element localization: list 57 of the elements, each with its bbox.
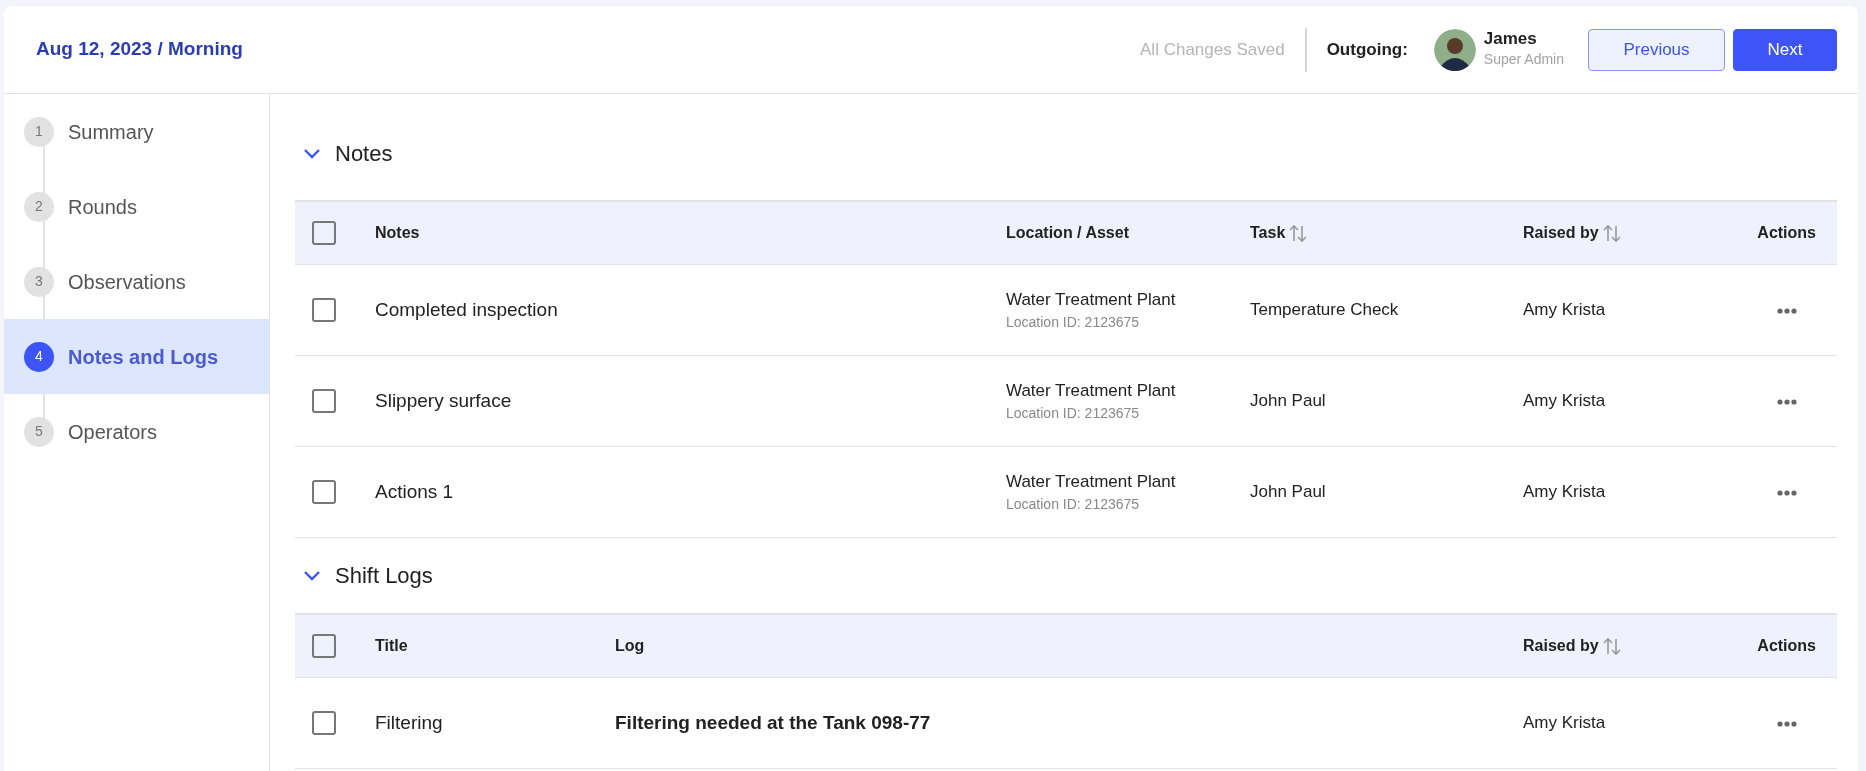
column-header: Location / Asset [1006,224,1129,241]
column-header: Log [615,637,645,654]
column-header: Notes [375,224,420,241]
column-header: Task [1250,223,1286,243]
raised-by-cell-text: Amy Krista [1522,390,1607,413]
column-header: Raised by [1523,223,1599,243]
task-cell-text: Temperature Check [1249,299,1400,322]
column-header: Actions [1757,637,1816,654]
location-id: Location ID: 2123675 [1006,404,1141,424]
column-header: Raised by [1523,636,1599,656]
checkbox[interactable] [312,298,336,322]
location-name: Water Treatment Plant [1006,288,1177,311]
raised-by-cell-text: Amy Krista [1522,299,1607,322]
log-text: Filtering needed at the Tank 098-77 [614,710,932,735]
checkbox[interactable] [312,389,336,413]
shift-title: Aug 12, 2023 / Morning [36,37,243,62]
user-name: James [1483,28,1538,50]
step-number: 4 [24,341,54,372]
checkbox[interactable] [312,480,336,504]
section-title: Shift Logs [335,562,433,590]
more-icon[interactable] [1777,307,1797,314]
step-number: 1 [24,116,54,147]
checkbox[interactable] [312,711,336,735]
more-icon[interactable] [1777,489,1797,496]
location-id: Location ID: 2123675 [1006,313,1141,333]
more-icon[interactable] [1777,720,1797,727]
location-name: Water Treatment Plant [1006,470,1177,493]
section-title: Notes [335,139,393,168]
task-cell-text: John Paul [1249,390,1327,413]
step-item[interactable]: 4 Notes and Logs [4,319,269,394]
step-item[interactable]: 3 Observations [4,244,269,319]
raised-by-cell-text: Amy Krista [1522,481,1607,504]
avatar [1433,28,1476,71]
step-item[interactable]: 1 Summary [4,94,269,169]
step-number: 3 [24,266,54,297]
previous-button[interactable]: Previous [1588,28,1725,71]
task-cell-text: John Paul [1249,481,1327,504]
raised-by-cell-text: Amy Krista [1522,712,1607,735]
step-number: 5 [24,416,54,447]
step-number: 2 [24,191,54,222]
column-header: Actions [1757,224,1816,241]
step-item[interactable]: 5 Operators [4,394,269,469]
row-title: Actions 1 [374,479,455,504]
save-status: All Changes Saved [1140,38,1285,61]
row-title: Slippery surface [374,388,513,413]
location-id: Location ID: 2123675 [1006,495,1141,515]
user-role: Super Admin [1483,50,1564,70]
checkbox[interactable] [312,221,336,245]
checkbox[interactable] [312,634,336,658]
outgoing-label: Outgoing: [1326,38,1408,61]
row-title: Completed inspection [374,297,559,322]
row-title: Filtering [374,710,444,735]
more-icon[interactable] [1777,398,1797,405]
column-header: Title [375,637,408,654]
next-button[interactable]: Next [1733,28,1837,71]
location-name: Water Treatment Plant [1006,379,1177,402]
step-item[interactable]: 2 Rounds [4,169,269,244]
